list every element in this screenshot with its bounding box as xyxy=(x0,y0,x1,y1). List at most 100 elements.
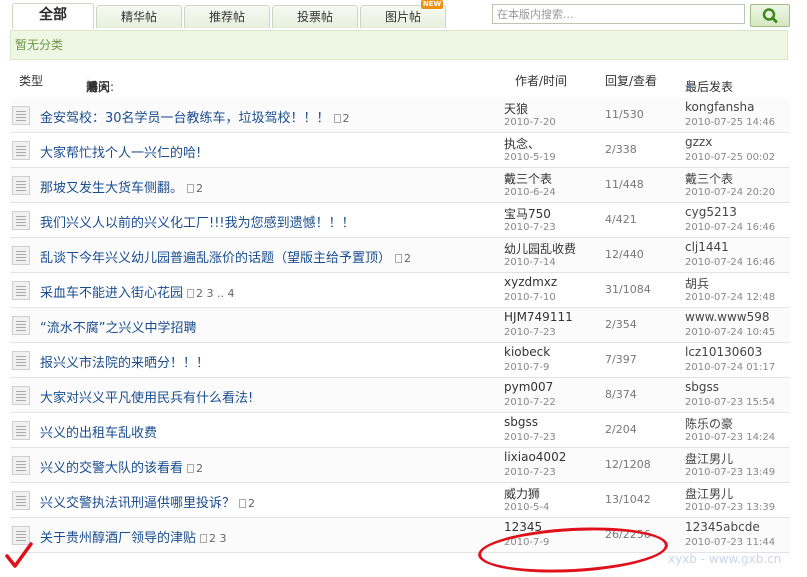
last-poster[interactable]: clj1441 xyxy=(685,240,729,254)
table-row: 大家帮忙找个人一兴仁的哈! 执念、 2010-5-19 2/338 gzzx 2… xyxy=(10,133,790,168)
page-numbers[interactable]: 2 3 .. 4 xyxy=(196,287,234,300)
document-icon[interactable] xyxy=(12,351,30,370)
last-poster[interactable]: 盘江男儿 xyxy=(685,485,733,502)
reply-view-count: 31/1084 xyxy=(605,283,651,296)
page-numbers[interactable]: 2 xyxy=(196,462,203,475)
document-icon[interactable] xyxy=(12,246,30,265)
last-poster[interactable]: cyg5213 xyxy=(685,205,737,219)
page-links[interactable]: 2 xyxy=(187,462,203,475)
page-links[interactable]: 2 3 .. 4 xyxy=(187,287,235,300)
thread-title[interactable]: 关于贵州醇酒厂领导的津贴 xyxy=(40,531,196,546)
document-icon[interactable] xyxy=(12,106,30,125)
thread-author[interactable]: lixiao4002 xyxy=(504,450,566,464)
last-post-date[interactable]: 2010-07-24 16:46 xyxy=(685,257,775,268)
thread-title[interactable]: 那坡又发生大货车侧翻。 xyxy=(40,181,183,196)
thread-author[interactable]: pym007 xyxy=(504,380,553,394)
thread-title[interactable]: 大家帮忙找个人一兴仁的哈! xyxy=(40,146,201,161)
thread-title[interactable]: 大家对兴义平凡使用民兵有什么看法! xyxy=(40,391,253,406)
tab-recommended[interactable]: 推荐帖 xyxy=(184,5,270,28)
multipage-icon xyxy=(187,464,195,473)
search-input[interactable]: 在本版内搜索... xyxy=(492,4,745,24)
last-post-date[interactable]: 2010-07-25 14:46 xyxy=(685,117,775,128)
last-post-date[interactable]: 2010-07-25 00:02 xyxy=(685,152,775,163)
thread-author[interactable]: 天狼 xyxy=(504,100,528,117)
reply-view-count: 12/1208 xyxy=(605,458,651,471)
thread-author[interactable]: sbgss xyxy=(504,415,538,429)
thread-author[interactable]: HJM749111 xyxy=(504,310,573,324)
page-links[interactable]: 2 xyxy=(187,182,203,195)
last-poster[interactable]: 胡兵 xyxy=(685,275,709,292)
last-poster[interactable]: 戴三个表 xyxy=(685,170,733,187)
thread-title[interactable]: 我们兴义人以前的兴义化工厂!!!我为您感到遗憾！！！ xyxy=(40,216,355,231)
reply-view-count: 11/448 xyxy=(605,178,644,191)
last-poster[interactable]: kongfansha xyxy=(685,100,754,114)
page-numbers[interactable]: 2 xyxy=(196,182,203,195)
table-row: 关于贵州醇酒厂领导的津贴 2 3 12345 2010-7-9 26/2256 1… xyxy=(10,518,790,553)
tab-poll[interactable]: 投票帖 xyxy=(272,5,358,28)
tab-all[interactable]: 全部 xyxy=(12,3,94,29)
page-links[interactable]: 2 xyxy=(239,497,255,510)
last-post-date[interactable]: 2010-07-24 01:17 xyxy=(685,362,775,373)
last-post-date[interactable]: 2010-07-23 13:39 xyxy=(685,502,775,513)
category-text: 暂无分类 xyxy=(15,38,64,52)
document-icon[interactable] xyxy=(12,281,30,300)
document-icon[interactable] xyxy=(12,491,30,510)
last-post-date[interactable]: 2010-07-24 20:20 xyxy=(685,187,775,198)
thread-title[interactable]: 金安驾校：30名学员一台教练车，垃圾驾校！！！ xyxy=(40,111,330,126)
document-icon[interactable] xyxy=(12,141,30,160)
table-row: 采血车不能进入街心花园 2 3 .. 4 xyzdmxz 2010-7-10 31… xyxy=(10,273,790,308)
thread-title[interactable]: 报兴义市法院的来晒分！！！ xyxy=(40,356,209,371)
document-icon[interactable] xyxy=(12,211,30,230)
page-numbers[interactable]: 2 xyxy=(248,497,255,510)
thread-author[interactable]: xyzdmxz xyxy=(504,275,557,289)
thread-title[interactable]: 采血车不能进入街心花园 xyxy=(40,286,183,301)
thread-title[interactable]: 兴义的交警大队的该看看 xyxy=(40,461,183,476)
reply-view-count: 2/354 xyxy=(605,318,637,331)
document-icon[interactable] xyxy=(12,176,30,195)
multipage-icon xyxy=(395,254,403,263)
page-numbers[interactable]: 2 xyxy=(404,252,411,265)
search-button[interactable] xyxy=(750,4,790,27)
document-icon[interactable] xyxy=(12,421,30,440)
table-row: 兴义的出租车乱收费 sbgss 2010-7-23 2/204 陈乐の豪 201… xyxy=(10,413,790,448)
page-numbers[interactable]: 2 3 xyxy=(209,532,227,545)
thread-title[interactable]: 兴义的出租车乱收费 xyxy=(40,426,157,441)
thread-title[interactable]: 兴义交警执法讯刑逼供哪里投诉？ xyxy=(40,496,235,511)
last-post-date[interactable]: 2010-07-24 10:45 xyxy=(685,327,775,338)
thread-author[interactable]: 威力狮 xyxy=(504,485,540,502)
sort-arrow-icon[interactable]: ↓ xyxy=(685,78,694,91)
filter-hot[interactable]: 热门 xyxy=(86,78,110,95)
last-poster[interactable]: 12345abcde xyxy=(685,520,760,534)
thread-author[interactable]: 宝马750 xyxy=(504,205,551,222)
last-poster[interactable]: 陈乐の豪 xyxy=(685,415,733,432)
last-post-date[interactable]: 2010-07-24 12:48 xyxy=(685,292,775,303)
tab-featured[interactable]: 精华帖 xyxy=(96,5,182,28)
last-poster[interactable]: www.www598 xyxy=(685,310,770,324)
new-badge: NEW xyxy=(421,0,443,9)
last-poster[interactable]: lcz10130603 xyxy=(685,345,762,359)
last-post-date[interactable]: 2010-07-24 16:46 xyxy=(685,222,775,233)
thread-author[interactable]: 戴三个表 xyxy=(504,170,552,187)
page-links[interactable]: 2 3 xyxy=(200,532,227,545)
page-links[interactable]: 2 xyxy=(395,252,411,265)
thread-title[interactable]: 乱谈下今年兴义幼儿园普遍乱涨价的话题（望版主给予置顶） xyxy=(40,251,391,266)
thread-author[interactable]: kiobeck xyxy=(504,345,550,359)
thread-date: 2010-5-4 xyxy=(504,502,550,513)
thread-title[interactable]: “流水不腐”之兴义中学招聘 xyxy=(40,321,196,336)
last-post-date[interactable]: 2010-07-23 11:44 xyxy=(685,537,775,548)
last-post-date[interactable]: 2010-07-23 15:54 xyxy=(685,397,775,408)
thread-list: 金安驾校：30名学员一台教练车，垃圾驾校！！！ 2 天狼 2010-7-20 11… xyxy=(10,98,790,553)
page-links[interactable]: 2 xyxy=(333,112,350,125)
document-icon[interactable] xyxy=(12,316,30,335)
last-post-date[interactable]: 2010-07-23 13:49 xyxy=(685,467,775,478)
last-post-date[interactable]: 2010-07-23 14:24 xyxy=(685,432,775,443)
page-numbers[interactable]: 2 xyxy=(343,112,350,125)
document-icon[interactable] xyxy=(12,386,30,405)
document-icon[interactable] xyxy=(12,456,30,475)
last-poster[interactable]: gzzx xyxy=(685,135,712,149)
last-poster[interactable]: 盘江男儿 xyxy=(685,450,733,467)
thread-author[interactable]: 执念、 xyxy=(504,135,540,152)
thread-author[interactable]: 幼儿园乱收费 xyxy=(504,240,576,257)
last-poster[interactable]: sbgss xyxy=(685,380,719,394)
thread-date: 2010-7-9 xyxy=(504,362,550,373)
